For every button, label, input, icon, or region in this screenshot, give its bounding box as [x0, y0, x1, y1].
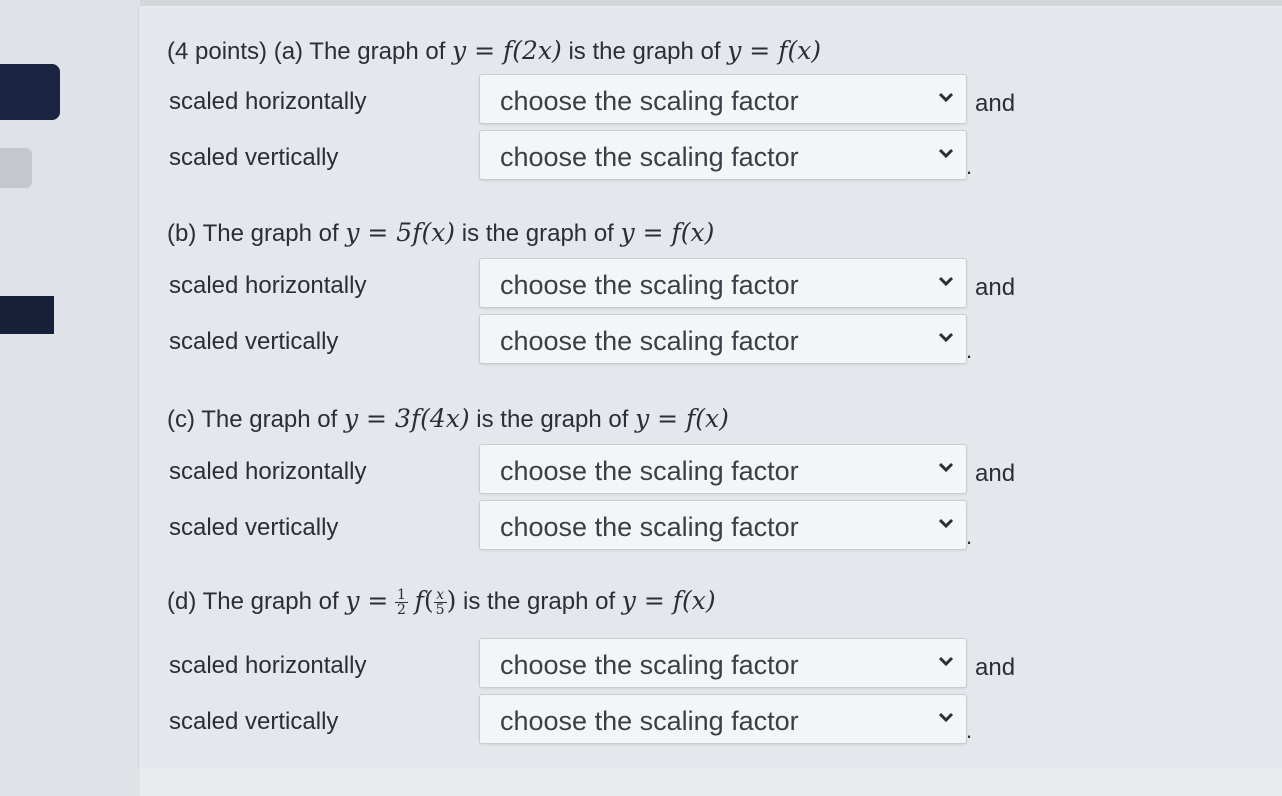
- question-b-prefix: (b) The graph of: [167, 220, 339, 247]
- fraction-x-over-5: x5: [433, 588, 447, 619]
- question-b-expr: y = 5f(x): [345, 218, 456, 247]
- part-b-horizontal-select[interactable]: choose the scaling factor: [479, 258, 967, 308]
- part-c-vertical-select[interactable]: choose the scaling factor: [479, 500, 967, 550]
- open-paren: (: [423, 586, 434, 615]
- fraction-denominator: 2: [397, 602, 406, 619]
- horizontal-label: scaled horizontally: [169, 458, 367, 485]
- chevron-down-icon: [938, 656, 954, 667]
- fraction-numerator: x: [433, 588, 447, 604]
- select-placeholder: choose the scaling factor: [500, 456, 799, 486]
- period-text: .: [966, 338, 973, 363]
- select-placeholder: choose the scaling factor: [500, 142, 799, 172]
- chevron-down-icon: [938, 92, 954, 103]
- question-c-base: y = f(x): [635, 404, 729, 433]
- period-text: .: [966, 154, 973, 179]
- part-a-vertical-row: scaled vertically choose the scaling fac…: [167, 130, 1067, 180]
- horizontal-label: scaled horizontally: [169, 272, 367, 299]
- horizontal-label: scaled horizontally: [169, 88, 367, 115]
- chevron-down-icon: [938, 462, 954, 473]
- sidebar-tab-gray[interactable]: [0, 148, 32, 188]
- select-placeholder: choose the scaling factor: [500, 270, 799, 300]
- sidebar-tab-dark[interactable]: [0, 64, 60, 120]
- select-placeholder: choose the scaling factor: [500, 650, 799, 680]
- period-text: .: [966, 524, 973, 549]
- top-strip: [0, 0, 1282, 6]
- question-d-prefix: (d) The graph of: [167, 588, 339, 615]
- question-d-function: f: [414, 586, 424, 615]
- and-text: and: [975, 90, 1016, 117]
- question-c-prefix: (c) The graph of: [167, 406, 338, 433]
- period-text: .: [966, 718, 973, 743]
- question-b-base: y = f(x): [620, 218, 715, 247]
- part-b-vertical-row: scaled vertically choose the scaling fac…: [167, 314, 1067, 364]
- question-b: (b) The graph of y = 5f(x) is the graph …: [167, 218, 714, 248]
- question-c-expr: y = 3f(4x): [343, 404, 470, 433]
- horizontal-label: scaled horizontally: [169, 652, 367, 679]
- question-d-base: y = f(x): [621, 586, 716, 615]
- part-d-horizontal-select[interactable]: choose the scaling factor: [479, 638, 967, 688]
- chevron-down-icon: [938, 276, 954, 287]
- question-d: (d) The graph of y = 12 f(x 5) is the gra…: [167, 586, 716, 617]
- vertical-label: scaled vertically: [169, 328, 339, 355]
- question-c: (c) The graph of y = 3f(4x) is the graph…: [167, 404, 729, 434]
- chevron-down-icon: [938, 518, 954, 529]
- part-c-horizontal-row: scaled horizontally choose the scaling f…: [167, 444, 1067, 494]
- left-sidebar: [0, 0, 140, 796]
- question-a: (4 points) (a) The graph of y = f(2x) is…: [167, 36, 821, 66]
- and-text: and: [975, 460, 1016, 487]
- select-placeholder: choose the scaling factor: [500, 326, 799, 356]
- and-text: and: [975, 654, 1016, 681]
- fraction-denominator: 5: [435, 602, 445, 619]
- question-panel: (4 points) (a) The graph of y = f(2x) is…: [138, 8, 1282, 768]
- select-placeholder: choose the scaling factor: [500, 86, 799, 116]
- part-d-vertical-row: scaled vertically choose the scaling fac…: [167, 694, 1067, 744]
- vertical-label: scaled vertically: [169, 144, 339, 171]
- question-b-middle: is the graph of: [461, 220, 614, 247]
- chevron-down-icon: [938, 712, 954, 723]
- sidebar-tab-dark-2[interactable]: [0, 296, 54, 334]
- part-b-horizontal-row: scaled horizontally choose the scaling f…: [167, 258, 1067, 308]
- part-a-horizontal-select[interactable]: choose the scaling factor: [479, 74, 967, 124]
- question-d-expr-lead: y =: [345, 586, 389, 615]
- part-c-vertical-row: scaled vertically choose the scaling fac…: [167, 500, 1067, 550]
- part-c-horizontal-select[interactable]: choose the scaling factor: [479, 444, 967, 494]
- part-a-vertical-select[interactable]: choose the scaling factor: [479, 130, 967, 180]
- part-d-vertical-select[interactable]: choose the scaling factor: [479, 694, 967, 744]
- select-placeholder: choose the scaling factor: [500, 706, 799, 736]
- question-a-middle: is the graph of: [568, 38, 721, 65]
- vertical-label: scaled vertically: [169, 514, 339, 541]
- question-a-expr: y = f(2x): [452, 36, 562, 65]
- chevron-down-icon: [938, 148, 954, 159]
- close-paren: ): [446, 586, 457, 615]
- question-a-prefix: (4 points) (a) The graph of: [167, 38, 446, 65]
- fraction-numerator: 1: [395, 587, 408, 604]
- chevron-down-icon: [938, 332, 954, 343]
- part-b-vertical-select[interactable]: choose the scaling factor: [479, 314, 967, 364]
- question-d-middle: is the graph of: [463, 588, 616, 615]
- question-c-middle: is the graph of: [476, 406, 629, 433]
- select-placeholder: choose the scaling factor: [500, 512, 799, 542]
- vertical-label: scaled vertically: [169, 708, 339, 735]
- part-a-horizontal-row: scaled horizontally choose the scaling f…: [167, 74, 1067, 124]
- and-text: and: [975, 274, 1016, 301]
- fraction-one-half: 12: [395, 588, 408, 617]
- part-d-horizontal-row: scaled horizontally choose the scaling f…: [167, 638, 1067, 688]
- question-a-base: y = f(x): [727, 36, 822, 65]
